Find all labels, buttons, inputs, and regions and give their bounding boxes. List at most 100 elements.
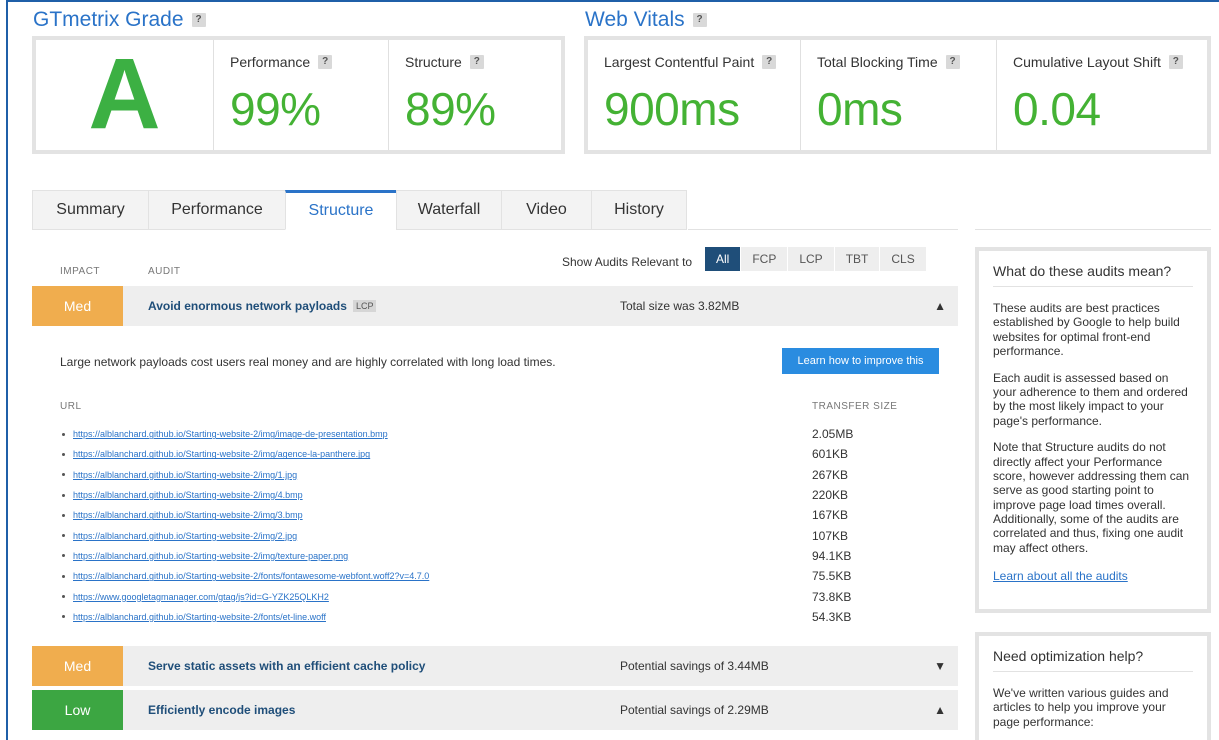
tab-performance[interactable]: Performance: [148, 190, 285, 230]
tab-divider: [688, 229, 958, 230]
list-item: https://alblanchard.github.io/Starting-w…: [62, 525, 429, 545]
structure-value: 89%: [405, 83, 496, 135]
transfer-size: 601KB: [812, 447, 849, 462]
bullet-icon: [62, 554, 65, 558]
help-icon[interactable]: ?: [469, 55, 484, 69]
tab-divider-right: [975, 229, 1211, 230]
help-icon[interactable]: ?: [1168, 55, 1183, 69]
impact-badge: Med: [32, 646, 123, 686]
gtmetrix-grade-title-text: GTmetrix Grade: [33, 8, 184, 31]
audit-column-header: AUDIT: [148, 266, 181, 277]
help-icon[interactable]: ?: [762, 55, 777, 69]
audits-info-paragraph: Each audit is assessed based on your adh…: [993, 370, 1188, 428]
transfer-size: 107KB: [812, 528, 849, 543]
tab-waterfall[interactable]: Waterfall: [396, 190, 501, 230]
url-link[interactable]: https://www.googletagmanager.com/gtag/js…: [73, 592, 329, 602]
size-list: 2.05MB 601KB 267KB 220KB 167KB 107KB 94.…: [812, 424, 853, 627]
tbt-label: Total Blocking Time ?: [817, 54, 980, 70]
help-icon[interactable]: ?: [191, 13, 206, 27]
filter-tbt-button[interactable]: TBT: [834, 247, 881, 271]
bullet-icon: [62, 595, 65, 599]
lcp-tag: LCP: [352, 300, 377, 312]
tbt-cell: Total Blocking Time ? 0ms: [801, 40, 997, 150]
help-icon[interactable]: ?: [945, 55, 960, 69]
filter-lcp-button[interactable]: LCP: [788, 247, 835, 271]
lcp-label: Largest Contentful Paint ?: [604, 54, 784, 70]
url-link[interactable]: https://alblanchard.github.io/Starting-w…: [73, 449, 370, 459]
filter-label: Show Audits Relevant to: [562, 255, 693, 269]
help-icon[interactable]: ?: [692, 13, 707, 27]
url-link[interactable]: https://alblanchard.github.io/Starting-w…: [73, 531, 297, 541]
audit-meta: Potential savings of 3.44MB: [620, 659, 769, 673]
tab-history[interactable]: History: [591, 190, 687, 230]
bullet-icon: [62, 615, 65, 619]
impact-column-header: IMPACT: [60, 266, 101, 277]
performance-label: Performance ?: [230, 54, 372, 70]
bullet-icon: [62, 534, 65, 538]
filter-fcp-button[interactable]: FCP: [741, 247, 789, 271]
optimization-help-title: Need optimization help?: [993, 648, 1193, 672]
audit-meta: Potential savings of 2.29MB: [620, 703, 769, 717]
structure-cell: Structure ? 89%: [389, 40, 561, 150]
transfer-size: 73.8KB: [812, 589, 852, 604]
chevron-up-icon[interactable]: ▲: [934, 299, 946, 313]
web-vitals-title-text: Web Vitals: [585, 8, 685, 31]
transfer-size: 267KB: [812, 467, 849, 482]
impact-badge: Low: [32, 690, 123, 730]
url-link[interactable]: https://alblanchard.github.io/Starting-w…: [73, 429, 388, 439]
learn-about-audits-link[interactable]: Learn about all the audits: [993, 569, 1128, 583]
transfer-size: 94.1KB: [812, 548, 852, 563]
url-link[interactable]: https://alblanchard.github.io/Starting-w…: [73, 490, 303, 500]
audit-name: Avoid enormous network payloads LCP: [148, 299, 377, 313]
audit-name: Serve static assets with an efficient ca…: [148, 659, 426, 673]
url-link[interactable]: https://alblanchard.github.io/Starting-w…: [73, 612, 326, 622]
grade-cell: A: [36, 40, 214, 150]
list-item: https://www.googletagmanager.com/gtag/js…: [62, 586, 429, 606]
tab-structure[interactable]: Structure: [285, 190, 396, 230]
web-vitals-title: Web Vitals ?: [585, 8, 707, 32]
bullet-icon: [62, 493, 65, 497]
structure-label: Structure ?: [405, 54, 545, 70]
audit-row-network-payloads[interactable]: Med Avoid enormous network payloads LCP …: [32, 286, 958, 326]
transfer-size: 2.05MB: [812, 427, 854, 442]
tab-summary[interactable]: Summary: [32, 190, 148, 230]
filter-cls-button[interactable]: CLS: [880, 247, 927, 271]
learn-how-to-improve-button[interactable]: Learn how to improve this: [782, 348, 939, 374]
url-list: https://alblanchard.github.io/Starting-w…: [62, 424, 429, 627]
bullet-icon: [62, 432, 65, 436]
grade-letter: A: [88, 38, 161, 150]
gtmetrix-grade-title: GTmetrix Grade ?: [33, 8, 206, 32]
transfer-size-column-header: TRANSFER SIZE: [812, 401, 898, 412]
cls-value: 0.04: [1013, 83, 1101, 135]
help-icon[interactable]: ?: [318, 55, 333, 69]
audits-info-title: What do these audits mean?: [993, 263, 1193, 287]
url-link[interactable]: https://alblanchard.github.io/Starting-w…: [73, 470, 297, 480]
tab-video[interactable]: Video: [501, 190, 591, 230]
audit-meta: Total size was 3.82MB: [620, 299, 740, 313]
audits-info-paragraph: Note that Structure audits do not direct…: [993, 440, 1190, 555]
optimization-help-paragraph: We've written various guides and article…: [993, 686, 1169, 729]
url-link[interactable]: https://alblanchard.github.io/Starting-w…: [73, 551, 348, 561]
url-link[interactable]: https://alblanchard.github.io/Starting-w…: [73, 510, 303, 520]
cls-cell: Cumulative Layout Shift ? 0.04: [997, 40, 1207, 150]
transfer-size: 167KB: [812, 508, 849, 523]
filter-all-button[interactable]: All: [705, 247, 742, 271]
impact-badge: Med: [32, 286, 123, 326]
audit-description: Large network payloads cost users real m…: [60, 355, 556, 369]
frame-top-border: [6, 0, 1219, 2]
list-item: https://alblanchard.github.io/Starting-w…: [62, 465, 429, 485]
grade-card: A Performance ? 99% Structure ? 89%: [32, 36, 565, 154]
audit-row-encode-images[interactable]: Low Efficiently encode images Potential …: [32, 690, 958, 730]
bullet-icon: [62, 452, 65, 456]
audit-name: Efficiently encode images: [148, 703, 296, 717]
lcp-cell: Largest Contentful Paint ? 900ms: [588, 40, 801, 150]
chevron-up-icon[interactable]: ▲: [934, 703, 946, 717]
chevron-down-icon[interactable]: ▼: [934, 659, 946, 673]
list-item: https://alblanchard.github.io/Starting-w…: [62, 485, 429, 505]
report-tabs: Summary Performance Structure Waterfall …: [32, 190, 687, 230]
list-item: https://alblanchard.github.io/Starting-w…: [62, 546, 429, 566]
lcp-value: 900ms: [604, 83, 740, 135]
bullet-icon: [62, 513, 65, 517]
url-link[interactable]: https://alblanchard.github.io/Starting-w…: [73, 571, 429, 581]
audit-row-cache-policy[interactable]: Med Serve static assets with an efficien…: [32, 646, 958, 686]
